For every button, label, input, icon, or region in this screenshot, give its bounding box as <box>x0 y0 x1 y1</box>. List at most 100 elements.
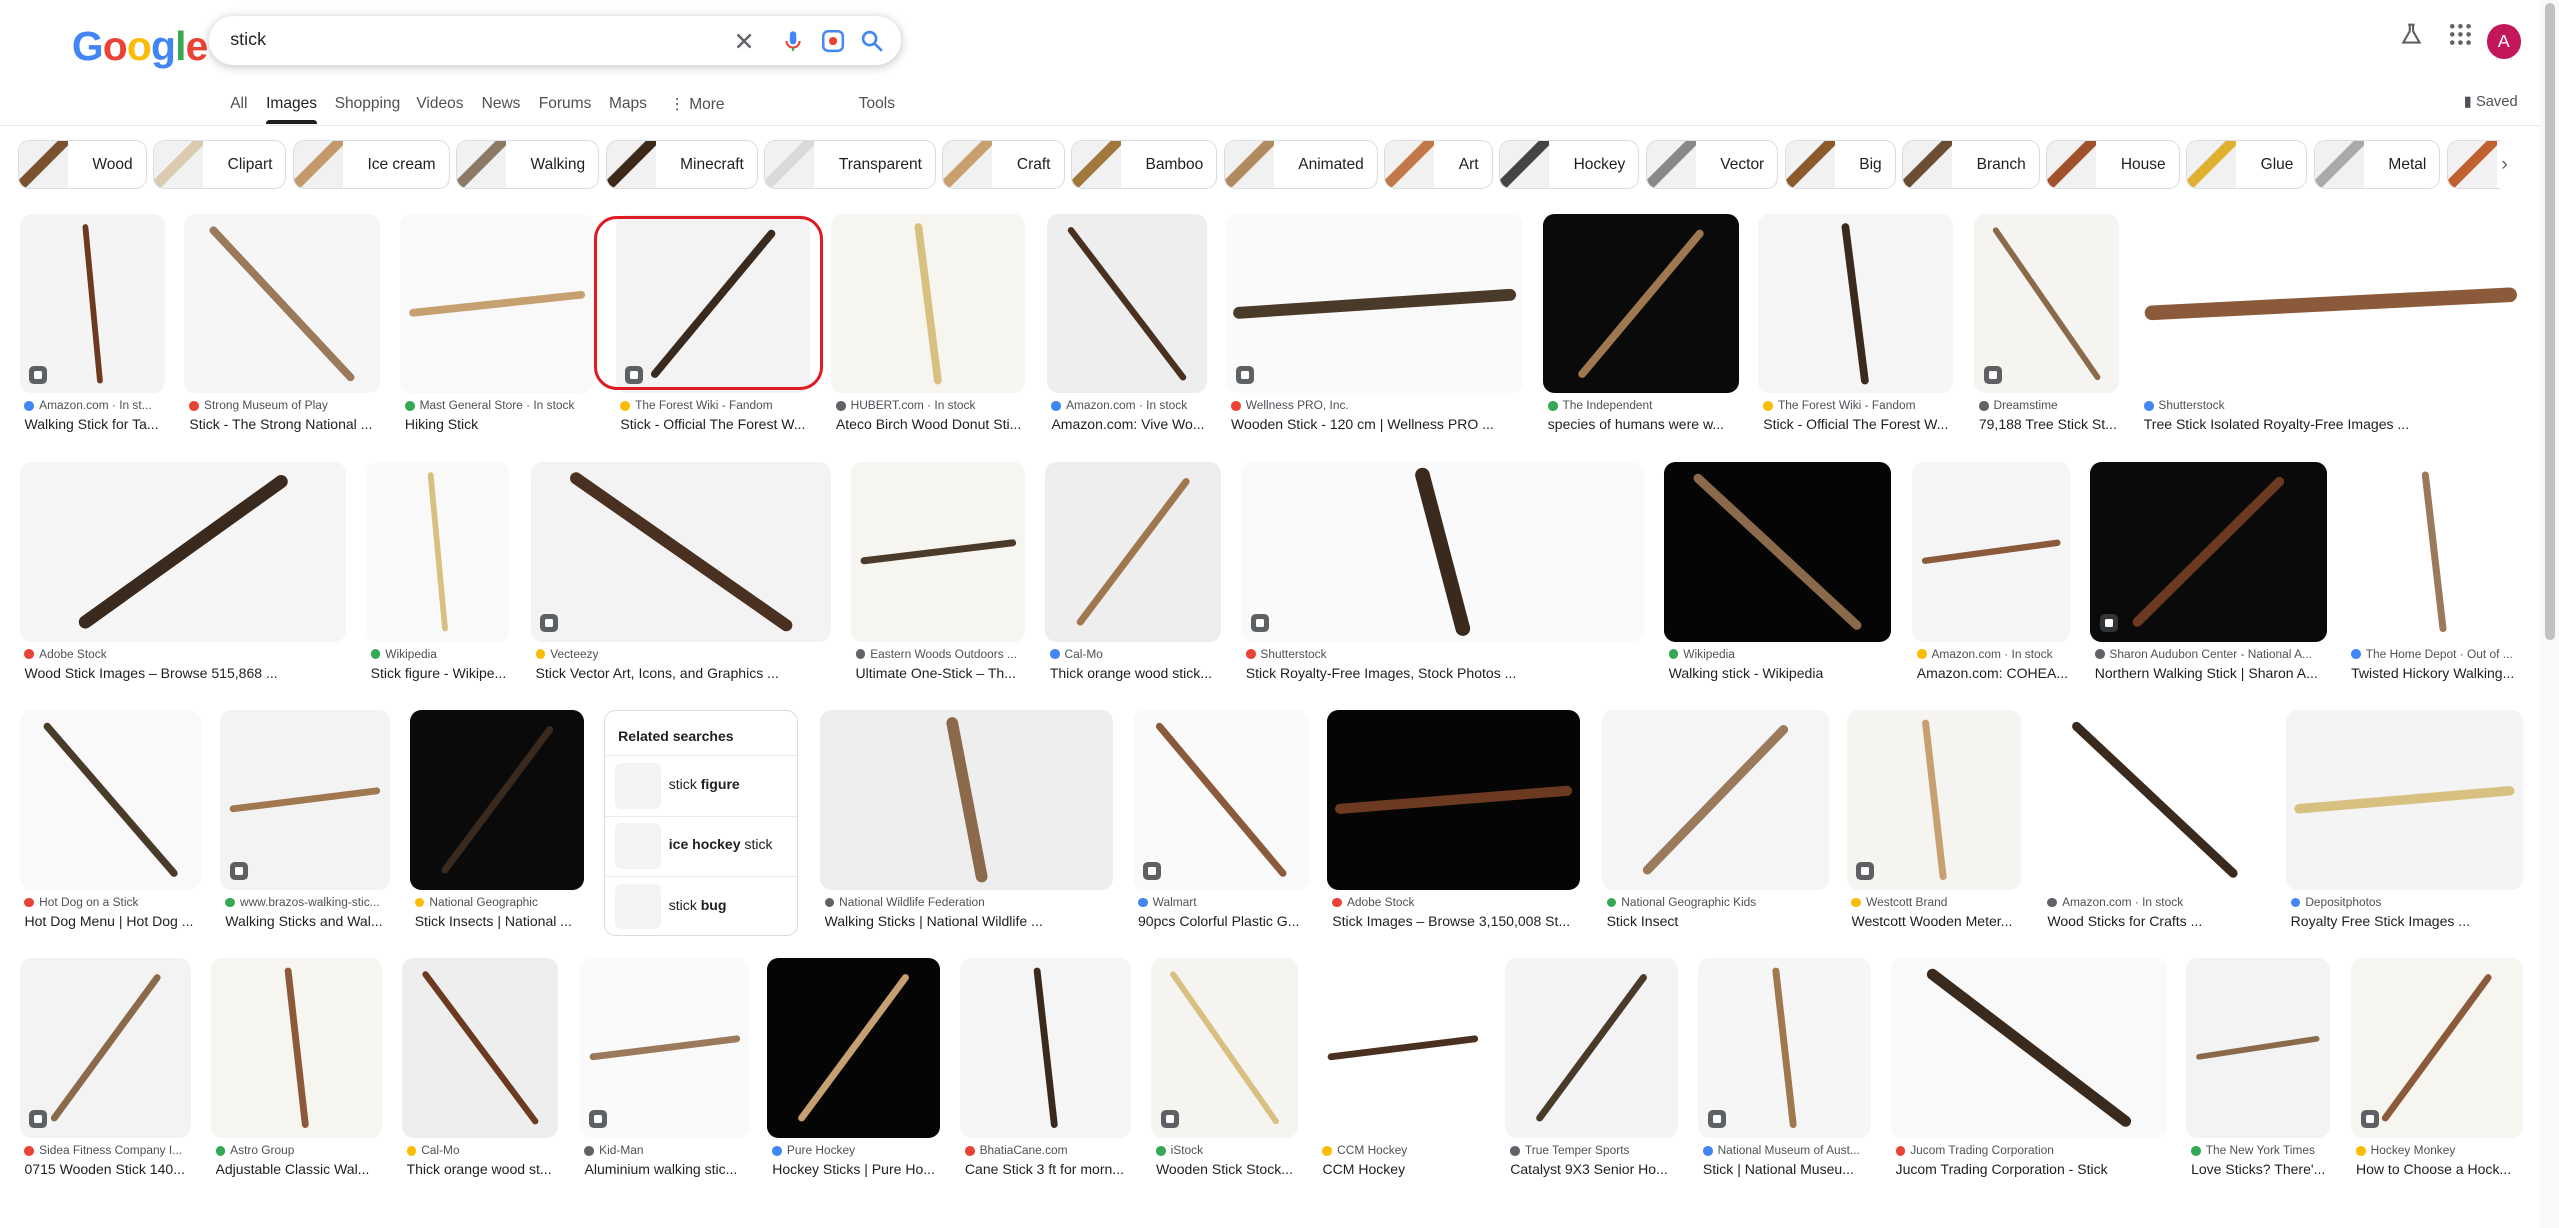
result-source[interactable]: Amazon.com · In stock <box>1051 398 1204 412</box>
result-source[interactable]: The Home Depot · Out of ... <box>2351 647 2521 661</box>
image-result[interactable]: The Independent species of humans were w.… <box>1542 213 1739 462</box>
image-result[interactable]: Mast General Store · In stock Hiking Stic… <box>400 213 595 462</box>
result-title[interactable]: Royalty Free Stick Images ... <box>2291 913 2521 929</box>
tab-maps[interactable]: Maps <box>609 95 647 113</box>
labs-icon[interactable] <box>2400 23 2423 46</box>
result-source[interactable]: Wikipedia <box>1668 647 1889 661</box>
chip-clipart[interactable]: Clipart <box>153 140 287 190</box>
result-title[interactable]: Thick orange wood stick... <box>1050 665 1220 681</box>
image-result[interactable]: Eastern Woods Outdoors ... Ultimate One-S… <box>850 462 1026 710</box>
result-title[interactable]: Walking Stick for Ta... <box>24 416 163 432</box>
result-source[interactable]: National Geographic Kids <box>1606 895 1827 909</box>
image-result[interactable]: Kid-Man Aluminium walking stic... <box>579 958 750 1206</box>
result-title[interactable]: Stick - The Strong National ... <box>189 416 378 432</box>
chevron-right-icon[interactable]: › <box>2501 153 2508 176</box>
result-source[interactable]: National Geographic <box>414 895 583 909</box>
image-result[interactable]: Cal-Mo Thick orange wood stick... <box>1044 462 1222 710</box>
image-result[interactable]: True Temper Sports Catalyst 9X3 Senior Ho… <box>1505 958 1679 1206</box>
tab-all[interactable]: All <box>230 95 247 113</box>
tab-more[interactable]: ⋮ More <box>669 95 724 114</box>
result-title[interactable]: Twisted Hickory Walking... <box>2351 665 2521 681</box>
image-result[interactable]: HUBERT.com · In stock Ateco Birch Wood Do… <box>831 213 1026 462</box>
result-title[interactable]: Wooden Stick Stock... <box>1156 1161 1296 1177</box>
saved-button[interactable]: ▮ Saved <box>2464 93 2518 110</box>
result-source[interactable]: Cal-Mo <box>406 1143 557 1157</box>
search-box[interactable]: stick <box>208 16 902 66</box>
result-source[interactable]: Cal-Mo <box>1049 647 1220 661</box>
result-source[interactable]: BhatiaCane.com <box>964 1143 1130 1157</box>
search-icon[interactable] <box>859 28 885 54</box>
result-title[interactable]: Wood Stick Images – Browse 515,868 ... <box>24 665 344 681</box>
image-result[interactable]: www.brazos-walking-stic... Walking Sticks… <box>220 710 391 958</box>
chip-wood[interactable]: Wood <box>17 140 147 190</box>
tools-button[interactable]: Tools <box>859 95 895 113</box>
result-title[interactable]: How to Choose a Hock... <box>2356 1161 2521 1177</box>
result-title[interactable]: Stick - Official The Forest W... <box>1763 416 1951 432</box>
chip-transparent[interactable]: Transparent <box>764 140 936 190</box>
image-result[interactable]: Shutterstock Stick Royalty-Free Images, S… <box>1240 462 1645 710</box>
result-source[interactable]: iStock <box>1155 1143 1296 1157</box>
result-title[interactable]: Stick Royalty-Free Images, Stock Photos … <box>1246 665 1643 681</box>
chip-minecraft[interactable]: Minecraft <box>605 140 758 190</box>
image-result[interactable]: The Forest Wiki - Fandom Stick - Official… <box>1758 213 1953 462</box>
image-result[interactable]: Astro Group Adjustable Classic Wal... <box>210 958 383 1206</box>
image-result[interactable]: Pure Hockey Hockey Sticks | Pure Ho... <box>767 958 941 1206</box>
result-source[interactable]: The New York Times <box>2191 1143 2328 1157</box>
avatar[interactable]: A <box>2486 24 2521 59</box>
result-title[interactable]: Adjustable Classic Wal... <box>216 1161 381 1177</box>
image-result[interactable]: The New York Times Love Sticks? There'... <box>2186 958 2330 1206</box>
result-title[interactable]: Thick orange wood st... <box>407 1161 557 1177</box>
result-title[interactable]: Stick - Official The Forest W... <box>620 416 808 432</box>
image-result[interactable]: Hockey Monkey How to Choose a Hock... <box>2351 958 2523 1206</box>
image-result[interactable]: iStock Wooden Stick Stock... <box>1151 958 1298 1206</box>
result-title[interactable]: Aluminium walking stic... <box>584 1161 747 1177</box>
result-source[interactable]: Hot Dog on a Stick <box>24 895 199 909</box>
chip-metal[interactable]: Metal <box>2313 140 2441 190</box>
related-item[interactable]: ice hockey stick <box>605 815 800 875</box>
image-result[interactable]: Cal-Mo Thick orange wood st... <box>401 958 559 1206</box>
chip-art[interactable]: Art <box>1384 140 1493 190</box>
chip-vector[interactable]: Vector <box>1645 140 1779 190</box>
image-result[interactable]: National Geographic Kids Stick Insect <box>1601 710 1829 958</box>
result-source[interactable]: Kid-Man <box>584 1143 747 1157</box>
scrollbar[interactable] <box>2540 0 2559 1228</box>
result-source[interactable]: CCM Hockey <box>1322 1143 1485 1157</box>
result-source[interactable]: National Museum of Aust... <box>1702 1143 1870 1157</box>
chip-bamboo[interactable]: Bamboo <box>1071 140 1218 190</box>
image-result[interactable]: The Home Depot · Out of ... Twisted Hicko… <box>2346 462 2523 710</box>
microphone-icon[interactable] <box>780 28 806 54</box>
image-result[interactable]: Wellness PRO, Inc. Wooden Stick - 120 cm … <box>1226 213 1524 462</box>
tab-videos[interactable]: Videos <box>416 95 463 113</box>
result-title[interactable]: Stick figure - Wikipe... <box>371 665 508 681</box>
result-source[interactable]: Jucom Trading Corporation <box>1895 1143 2165 1157</box>
image-result[interactable]: Dreamstime 79,188 Tree Stick St... <box>1973 213 2120 462</box>
result-title[interactable]: Stick Images – Browse 3,150,008 St... <box>1332 913 1579 929</box>
result-title[interactable]: Hockey Sticks | Pure Ho... <box>772 1161 939 1177</box>
result-title[interactable]: 79,188 Tree Stick St... <box>1979 416 2118 432</box>
result-source[interactable]: Wikipedia <box>370 647 508 661</box>
google-logo[interactable]: Google <box>72 23 208 70</box>
image-result[interactable]: Depositphotos Royalty Free Stick Images .… <box>2285 710 2523 958</box>
chip-glue[interactable]: Glue <box>2186 140 2308 190</box>
lens-icon[interactable] <box>820 28 846 54</box>
result-source[interactable]: The Forest Wiki - Fandom <box>1763 398 1951 412</box>
chip-hockey[interactable]: Hockey <box>1499 140 1640 190</box>
result-title[interactable]: Walking stick - Wikipedia <box>1669 665 1889 681</box>
image-result[interactable]: Amazon.com · In st... Walking Stick for T… <box>19 213 165 462</box>
result-title[interactable]: Wooden Stick - 120 cm | Wellness PRO ... <box>1231 416 1522 432</box>
search-input[interactable]: stick <box>230 29 266 50</box>
image-result[interactable]: CCM Hockey CCM Hockey <box>1317 958 1488 1206</box>
image-result[interactable]: Sharon Audubon Center - National A... Nor… <box>2089 462 2327 710</box>
result-title[interactable]: Stick Insects | National ... <box>415 913 583 929</box>
result-source[interactable]: Strong Museum of Play <box>189 398 378 412</box>
chip-branch[interactable]: Branch <box>1902 140 2040 190</box>
result-title[interactable]: Stick Insect <box>1607 913 1827 929</box>
chip-big[interactable]: Big <box>1784 140 1896 190</box>
image-result[interactable]: Shutterstock Tree Stick Isolated Royalty-… <box>2138 213 2523 462</box>
result-title[interactable]: Northern Walking Stick | Sharon A... <box>2095 665 2325 681</box>
result-source[interactable]: Shutterstock <box>1245 647 1643 661</box>
result-title[interactable]: Westcott Wooden Meter... <box>1851 913 2019 929</box>
image-result[interactable]: Amazon.com · In stock Amazon.com: Vive Wo… <box>1046 213 1207 462</box>
result-title[interactable]: Wood Sticks for Crafts ... <box>2047 913 2264 929</box>
image-result[interactable]: National Museum of Aust... Stick | Nation… <box>1698 958 1872 1206</box>
